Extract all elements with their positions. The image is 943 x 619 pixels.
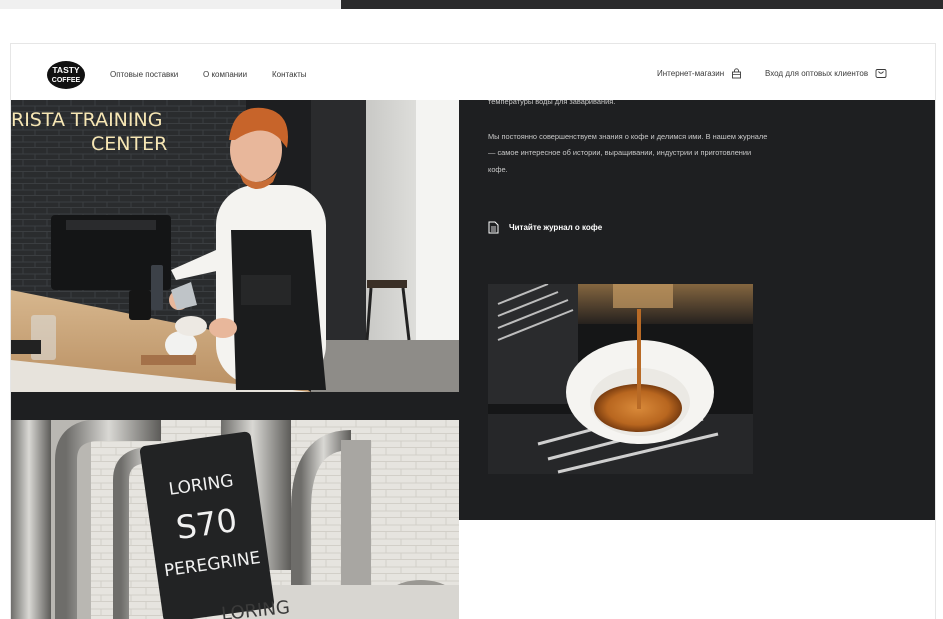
background-left xyxy=(0,0,341,9)
tasty-coffee-logo[interactable]: TASTY COFFEE xyxy=(46,60,86,90)
journal-link[interactable]: Читайте журнал о кофе xyxy=(488,221,602,234)
document-icon xyxy=(488,221,499,234)
nav-about[interactable]: О компании xyxy=(203,70,247,79)
site-header: TASTY COFFEE Оптовые поставки О компании… xyxy=(11,44,935,100)
logo-text-bottom: COFFEE xyxy=(52,77,81,84)
logo-text-top: TASTY xyxy=(52,65,80,75)
nav-wholesale-login[interactable]: Вход для оптовых клиентов xyxy=(765,68,887,79)
roaster-photo: LORING S70 PEREGRINE LORING xyxy=(11,420,459,619)
browser-frame: TASTY COFFEE Оптовые поставки О компании… xyxy=(0,9,943,619)
text-main-1: Мы постоянно совершенствуем знания о коф… xyxy=(488,132,768,141)
shop-bag-icon xyxy=(732,68,742,79)
nav-shop[interactable]: Интернет-магазин xyxy=(657,68,742,79)
nav-wholesale[interactable]: Оптовые поставки xyxy=(110,70,178,79)
cart-icon xyxy=(875,69,887,78)
text-main-3: кофе. xyxy=(488,165,508,174)
barista-photo: RISTA TRAINING CENTER xyxy=(11,100,459,392)
website: TASTY COFFEE Оптовые поставки О компании… xyxy=(10,43,936,619)
dark-strip xyxy=(11,392,459,420)
neon-sign-line2: CENTER xyxy=(91,133,167,155)
journal-section: температуры воды для заваривания. Мы пос… xyxy=(459,97,935,520)
journal-link-label: Читайте журнал о кофе xyxy=(509,223,603,232)
text-main-2: — самое интересное об истории, выращиван… xyxy=(488,148,752,157)
background-right xyxy=(341,0,943,9)
nav-login-label: Вход для оптовых клиентов xyxy=(765,69,869,78)
nav-shop-label: Интернет-магазин xyxy=(657,69,725,78)
espresso-photo xyxy=(488,284,753,474)
nav-contacts[interactable]: Контакты xyxy=(272,70,307,79)
neon-sign-line1: RISTA TRAINING xyxy=(11,109,162,131)
